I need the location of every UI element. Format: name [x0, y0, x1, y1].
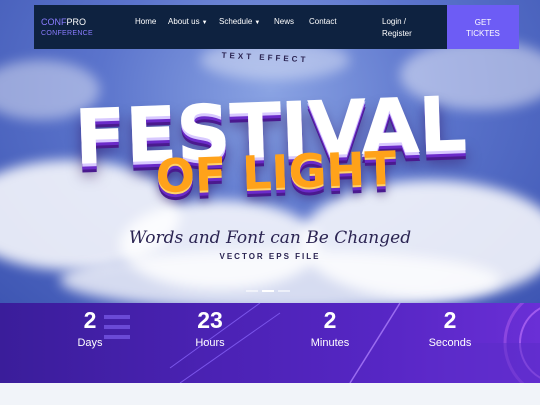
countdown-seconds: 2 Seconds	[410, 303, 490, 349]
nav-item-home[interactable]: Home	[135, 17, 156, 26]
countdown-hours: 23 Hours	[170, 303, 250, 349]
countdown-hours-label: Hours	[195, 337, 225, 349]
get-tickets-label-2: TICKTES	[466, 29, 500, 38]
nav-item-label: Home	[135, 17, 157, 26]
site-logo[interactable]: CONFPRO CONFERENCE	[41, 16, 93, 40]
top-navbar: CONFPRO CONFERENCE Home About us ▼ Schedu…	[34, 5, 519, 49]
login-register-link[interactable]: Login / Register	[382, 16, 412, 40]
countdown-seconds-label: Seconds	[428, 337, 472, 349]
countdown-days-value: 2	[83, 307, 97, 333]
nav-item-schedule[interactable]: Schedule ▼	[219, 17, 260, 26]
login-label: Login /	[382, 17, 407, 26]
countdown-days: 2 Days	[50, 303, 130, 349]
countdown-seconds-value: 2	[443, 307, 457, 333]
nav-item-label: News	[274, 17, 295, 26]
hero-script-text: Words and Font can Be Changed	[128, 228, 412, 248]
nav-item-label: Schedule	[219, 17, 253, 26]
hero-subtitle: OF LIGHT	[154, 140, 398, 204]
countdown-hours-value: 23	[197, 307, 223, 333]
caret-down-icon: ▼	[201, 20, 208, 26]
register-label: Register	[382, 29, 412, 38]
countdown-minutes: 2 Minutes	[290, 303, 370, 349]
nav-item-label: About us	[168, 17, 200, 26]
get-tickets-button[interactable]: GET TICKTES	[447, 5, 519, 49]
carousel-dot[interactable]	[246, 290, 258, 292]
countdown-section: 2 Days 23 Hours 2 Minutes 2 Seconds	[0, 303, 540, 383]
hero-vector-text: VECTOR EPS FILE	[219, 252, 321, 261]
countdown-minutes-value: 2	[323, 307, 337, 333]
carousel-indicators	[246, 290, 290, 292]
nav-item-news[interactable]: News	[274, 17, 294, 26]
get-tickets-label-1: GET	[474, 18, 492, 27]
page-content-area	[0, 383, 540, 405]
countdown-minutes-label: Minutes	[310, 337, 350, 349]
logo-text-conf: CONF	[41, 17, 67, 27]
nav-item-contact[interactable]: Contact	[309, 17, 337, 26]
logo-tagline: CONFERENCE	[41, 30, 94, 37]
nav-item-about-us[interactable]: About us ▼	[168, 17, 208, 26]
logo-text-pro: PRO	[66, 17, 87, 27]
countdown-days-label: Days	[77, 337, 103, 349]
caret-down-icon: ▼	[254, 20, 261, 26]
carousel-dot-active[interactable]	[262, 290, 274, 292]
nav-item-label: Contact	[309, 17, 337, 26]
carousel-dot[interactable]	[278, 290, 290, 292]
